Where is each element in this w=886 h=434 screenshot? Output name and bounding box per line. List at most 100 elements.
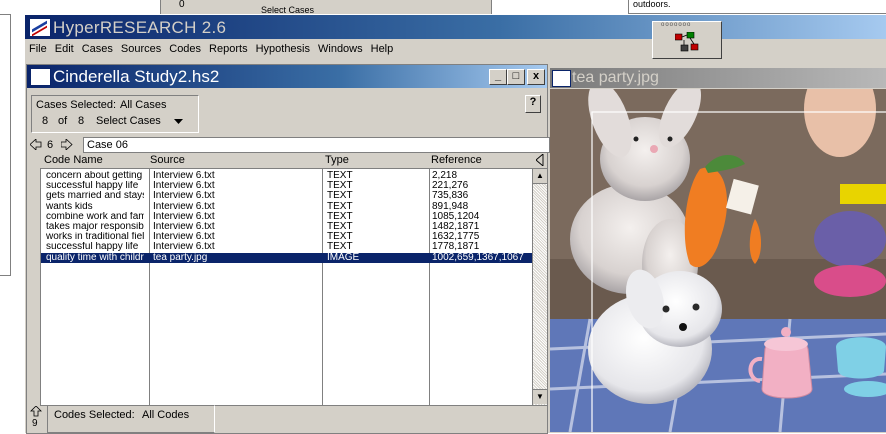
background-window-right: outdoors. xyxy=(628,0,886,14)
list-row[interactable]: wants kids Interview 6.txt TEXT 891,948 xyxy=(41,202,533,212)
column-header-type[interactable]: Type xyxy=(325,154,349,166)
source-cell: Interview 6.txt xyxy=(153,242,215,253)
hyperresearch-logo-icon xyxy=(29,18,51,37)
type-cell: TEXT xyxy=(327,242,353,253)
type-cell: TEXT xyxy=(327,191,353,202)
case-nav-number: 6 xyxy=(47,139,54,151)
type-cell: TEXT xyxy=(327,181,353,192)
study-window: Cinderella Study2.hs2 _ □ x Cases Select… xyxy=(26,64,550,434)
column-header-reference[interactable]: Reference xyxy=(431,154,482,166)
source-cell: Interview 6.txt xyxy=(153,201,215,212)
help-button[interactable]: ? xyxy=(525,95,541,113)
list-row[interactable]: successful happy life Interview 6.txt TEXT… xyxy=(41,242,533,252)
source-cell: Interview 6.txt xyxy=(153,211,215,222)
list-row[interactable]: concern about getting Interview 6.txt TEXT… xyxy=(41,171,533,181)
toolbar-button[interactable]: ooooooo xyxy=(652,21,722,59)
column-header-code-name[interactable]: Code Name xyxy=(44,154,103,166)
type-cell: TEXT xyxy=(327,222,353,232)
type-cell: TEXT xyxy=(327,211,353,222)
type-cell: TEXT xyxy=(327,171,353,181)
reference-cell: 221,276 xyxy=(432,181,469,192)
scroll-up-button[interactable]: ▲ xyxy=(533,169,547,184)
source-cell: Interview 6.txt xyxy=(153,222,215,232)
image-window: tea party.jpg xyxy=(550,68,886,432)
code-name-cell: works in traditional field xyxy=(46,232,144,243)
code-name-cell: gets married and stays xyxy=(46,191,144,202)
codes-index: 9 xyxy=(32,418,38,429)
list-vertical-scrollbar[interactable]: ▲ ▼ xyxy=(532,168,548,406)
list-row[interactable]: gets married and stays Interview 6.txt TEX… xyxy=(41,191,533,201)
codes-selected-panel: Codes Selected: All Codes xyxy=(47,405,215,433)
reference-cell: 1482,1871 xyxy=(432,222,480,232)
menu-item-help[interactable]: Help xyxy=(367,41,398,57)
previous-case-arrow-icon[interactable] xyxy=(30,139,42,150)
background-window-lower-left xyxy=(0,14,11,276)
menu-item-windows[interactable]: Windows xyxy=(314,41,367,57)
tea-party-photo[interactable] xyxy=(550,89,886,432)
source-cell: Interview 6.txt xyxy=(153,191,215,202)
study-window-logo-icon xyxy=(30,68,51,86)
case-of-label: of xyxy=(58,115,68,127)
menu-item-codes[interactable]: Codes xyxy=(165,41,205,57)
reference-cell: 1632,1775 xyxy=(432,232,480,243)
type-cell: TEXT xyxy=(327,201,353,212)
select-cases-label: Select Cases xyxy=(96,115,161,127)
maximize-button[interactable]: □ xyxy=(507,69,525,85)
menu-item-hypothesis[interactable]: Hypothesis xyxy=(252,41,314,57)
cases-selected-label: Cases Selected: xyxy=(36,99,117,111)
column-header-row: Code Name Source Type Reference xyxy=(27,153,547,167)
code-name-cell: wants kids xyxy=(46,201,93,212)
chevron-down-icon xyxy=(174,119,183,124)
toolbar-button-dots: ooooooo xyxy=(661,22,692,28)
list-row[interactable]: takes major responsibil Interview 6.txt TE… xyxy=(41,222,533,232)
reference-cell: 1002,659,1367,1067 xyxy=(432,252,524,263)
cases-selected-panel: Cases Selected: All Cases 8 of 8 Select … xyxy=(31,95,199,133)
scroll-down-button[interactable]: ▼ xyxy=(533,389,547,404)
image-window-title: tea party.jpg xyxy=(572,69,659,86)
menu-item-file[interactable]: File xyxy=(25,41,51,57)
image-window-logo-icon xyxy=(552,70,571,87)
menu-bar: File Edit Cases Sources Codes Reports Hypothes… xyxy=(25,41,625,59)
menu-item-reports[interactable]: Reports xyxy=(205,41,252,57)
menu-item-edit[interactable]: Edit xyxy=(51,41,78,57)
list-row[interactable]: works in traditional field Interview 6.tx… xyxy=(41,232,533,242)
study-window-title: Cinderella Study2.hs2 xyxy=(53,67,220,86)
column-header-source[interactable]: Source xyxy=(150,154,185,166)
study-window-title-bar[interactable]: Cinderella Study2.hs2 _ □ x xyxy=(27,65,547,88)
codes-selected-value: All Codes xyxy=(142,409,190,421)
codes-up-arrow-icon[interactable] xyxy=(30,406,42,417)
case-navigation: 6 Case 06 xyxy=(27,137,550,153)
collapse-arrow-icon[interactable] xyxy=(536,154,544,166)
cases-selected-value: All Cases xyxy=(120,99,167,111)
list-row[interactable]: successful happy life Interview 6.txt TEXT… xyxy=(41,181,533,191)
source-cell: Interview 6.txt xyxy=(153,171,215,181)
source-cell: tea party.jpg xyxy=(153,252,208,263)
close-button[interactable]: x xyxy=(527,69,545,85)
type-cell: IMAGE xyxy=(327,252,360,263)
reference-cell: 891,948 xyxy=(432,201,469,212)
type-cell: TEXT xyxy=(327,232,353,243)
reference-cell: 2,218 xyxy=(432,171,458,181)
image-window-title-bar[interactable]: tea party.jpg xyxy=(550,68,886,88)
tea-party-illustration xyxy=(550,89,886,432)
next-case-arrow-icon[interactable] xyxy=(61,139,73,150)
menu-item-sources[interactable]: Sources xyxy=(117,41,165,57)
code-name-cell: successful happy life xyxy=(46,181,139,192)
code-reference-list[interactable]: concern about getting Interview 6.txt TEXT… xyxy=(40,168,534,406)
background-num-cell: 0 xyxy=(179,0,185,10)
case-index: 8 xyxy=(42,115,49,127)
code-name-cell: takes major responsibil xyxy=(46,222,144,232)
minimize-button[interactable]: _ xyxy=(489,69,507,85)
app-title-bar[interactable]: HyperRESEARCH 2.6 xyxy=(25,15,886,39)
menu-item-cases[interactable]: Cases xyxy=(78,41,117,57)
code-map-icon xyxy=(675,32,699,52)
case-name-field[interactable]: Case 06 xyxy=(83,137,550,153)
code-name-cell: combine work and fam xyxy=(46,211,144,222)
list-row[interactable]: quality time with childre tea party.jpg IM… xyxy=(41,252,533,263)
reference-cell: 735,836 xyxy=(432,191,469,202)
list-row[interactable]: combine work and fam Interview 6.txt TEXT 1… xyxy=(41,212,533,222)
source-cell: Interview 6.txt xyxy=(153,181,215,192)
codes-selected-label: Codes Selected: xyxy=(54,409,135,421)
code-name-cell: successful happy life xyxy=(46,242,139,253)
select-cases-dropdown[interactable]: Select Cases xyxy=(94,113,184,129)
